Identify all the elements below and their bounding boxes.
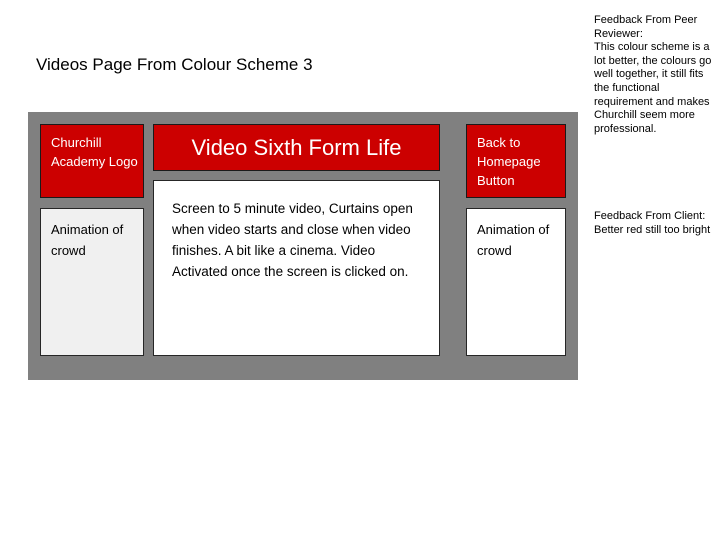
page-title: Videos Page From Colour Scheme 3 [36,55,313,74]
video-heading-banner: Video Sixth Form Life [153,124,440,171]
video-heading-label: Video Sixth Form Life [191,134,402,160]
video-description-box: Screen to 5 minute video, Curtains open … [153,180,440,356]
client-feedback-body: Better red still too bright [594,223,711,236]
peer-feedback-label: Feedback From Peer Reviewer: [594,14,698,40]
peer-feedback-body: This colour scheme is a lot better, the … [594,41,712,135]
peer-reviewer-feedback: Feedback From Peer Reviewer: This colour… [594,14,712,136]
back-to-homepage-button[interactable]: Back to Homepage Button [466,124,566,198]
right-animation-placeholder-box: Animation of crowd [466,208,566,356]
logo-placeholder-box[interactable]: Churchill Academy Logo [40,124,144,198]
left-animation-placeholder-box: Animation of crowd [40,208,144,356]
client-feedback-label: Feedback From Client: [594,210,706,222]
client-feedback: Feedback From Client: Better red still t… [594,210,712,237]
website-mockup-frame: Churchill Academy Logo Animation of crow… [28,112,578,380]
